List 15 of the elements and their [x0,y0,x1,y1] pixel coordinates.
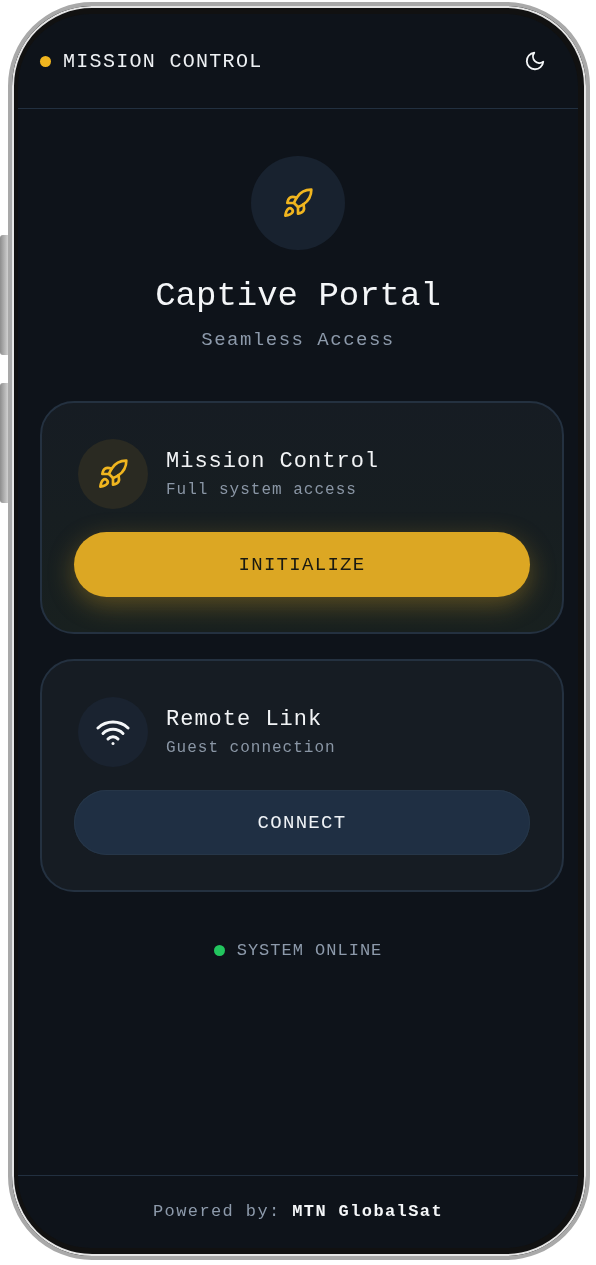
footer-credit: Powered by: MTN GlobalSat [152,1201,444,1221]
rocket-icon [282,187,314,219]
page-subtitle: Seamless Access [201,328,395,353]
moon-icon[interactable] [524,50,546,72]
rocket-icon [97,458,129,490]
wifi-icon [96,718,130,746]
card-title: Mission Control [166,448,380,476]
page-title: Captive Portal [155,276,441,317]
status-label: SYSTEM ONLINE [236,941,383,960]
connect-button[interactable]: CONNECT [74,790,530,855]
app-title: MISSION CONTROL [63,49,263,73]
card-subtitle: Full system access [166,480,358,500]
card-title: Remote Link [166,706,324,734]
card-subtitle: Guest connection [166,738,336,758]
initialize-button[interactable]: INITIALIZE [74,532,530,597]
